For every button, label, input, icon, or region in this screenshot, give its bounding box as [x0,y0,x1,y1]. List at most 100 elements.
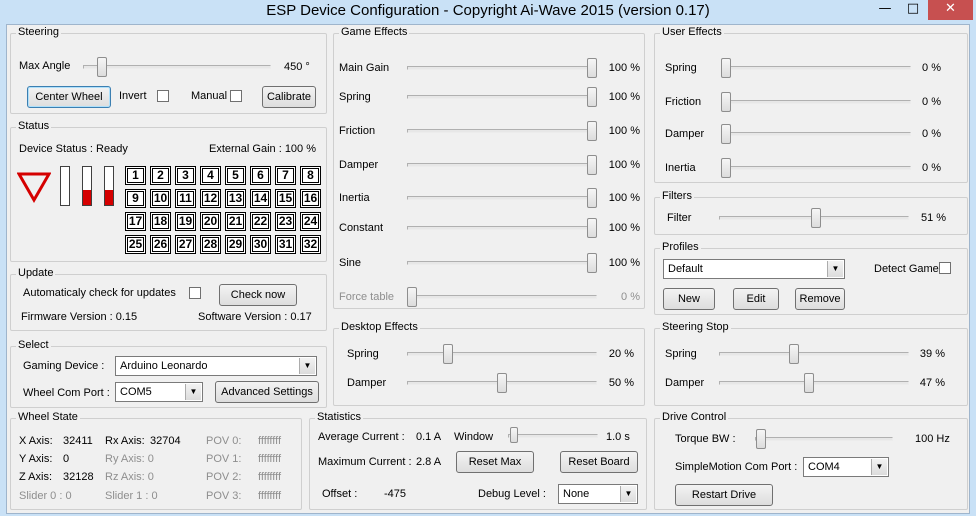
slider-thumb[interactable] [789,344,800,364]
manual-checkbox[interactable] [230,90,242,102]
x-axis-value: 32411 [63,435,93,447]
slider-label: Damper [665,377,705,389]
button-indicator-label: 14 [252,191,269,206]
detect-game-label: Detect Game [874,263,939,275]
button-indicator-label: 24 [302,214,319,229]
com-port-value: COM5 [120,386,152,398]
slider1-readout: Slider 1 : 0 [105,490,158,502]
simplemotion-port-label: SimpleMotion Com Port : [675,461,798,473]
maximum-current-label: Maximum Current : [318,456,412,468]
torque-bw-slider[interactable] [756,429,767,449]
x-axis-label: X Axis: [19,435,53,447]
button-indicator: 17 [125,212,146,231]
status-level-fill [83,189,91,205]
slider-track [719,352,909,356]
max-angle-slider-track [83,65,271,69]
slider-thumb[interactable] [587,58,597,78]
button-indicator-label: 17 [127,214,144,229]
button-indicator: 28 [200,235,221,254]
minimize-button[interactable]: — [872,0,898,20]
slider-value: 100 % [608,222,640,234]
button-indicator: 29 [225,235,246,254]
slider-thumb[interactable] [587,155,597,175]
button-indicator-label: 4 [202,168,219,183]
slider-thumb[interactable] [803,373,814,393]
remove-profile-button[interactable]: Remove [795,288,845,310]
slider-track [407,226,597,230]
button-indicator-label: 5 [227,168,244,183]
button-indicator: 8 [300,166,321,185]
check-now-button[interactable]: Check now [219,284,297,306]
group-title: Wheel State [16,411,80,423]
slider-label: Spring [339,91,371,103]
pov2-label: POV 2: [206,471,242,483]
slider-thumb[interactable] [587,188,597,208]
group-title: Game Effects [339,26,410,38]
button-indicator-label: 19 [177,214,194,229]
button-indicator-label: 18 [152,214,169,229]
z-axis-value: 32128 [63,471,94,483]
torque-bw-slider-track [755,437,893,441]
slider-track [407,66,597,70]
statistics-group: Statistics Average Current : 0.1 A Windo… [309,411,647,510]
profile-value: Default [668,263,703,275]
slider-thumb[interactable] [497,373,507,393]
chevron-down-icon: ▼ [299,358,315,374]
max-angle-slider[interactable] [97,57,108,77]
gaming-device-select[interactable]: Arduino Leonardo ▼ [115,356,317,376]
button-indicator: 19 [175,212,196,231]
debug-level-select[interactable]: None ▼ [558,484,638,504]
center-wheel-button[interactable]: Center Wheel [27,86,111,108]
group-title: Drive Control [660,411,729,423]
slider-thumb[interactable] [587,87,597,107]
close-button[interactable]: ✕ [928,0,973,20]
slider-value: 100 % [608,125,640,137]
slider-thumb[interactable] [721,158,731,178]
button-indicator-label: 11 [177,191,194,206]
slider-label: Spring [347,348,379,360]
maximize-button[interactable]: □ [900,0,926,20]
slider-thumb[interactable] [443,344,453,364]
calibrate-button[interactable]: Calibrate [262,86,316,108]
button-indicator: 21 [225,212,246,231]
pov2-value: ffffffff [258,471,282,483]
slider-value: 100 % [608,62,640,74]
slider-thumb[interactable] [721,58,731,78]
edit-profile-button[interactable]: Edit [733,288,779,310]
pov1-label: POV 1: [206,453,242,465]
firmware-version: Firmware Version : 0.15 [21,311,138,323]
slider-thumb[interactable] [721,124,731,144]
slider-thumb[interactable] [587,253,597,273]
button-indicator: 4 [200,166,221,185]
button-indicator: 9 [125,189,146,208]
steering-stop-group: Steering Stop Spring 39 % Damper 47 % [654,321,968,406]
detect-game-checkbox[interactable] [939,262,951,274]
gaming-device-value: Arduino Leonardo [120,360,208,372]
auto-check-checkbox[interactable] [189,287,201,299]
filter-slider[interactable] [810,208,821,228]
simplemotion-port-select[interactable]: COM4 ▼ [803,457,889,477]
slider-value: 0 % [922,162,941,174]
invert-checkbox[interactable] [157,90,169,102]
button-indicator: 22 [250,212,271,231]
advanced-settings-button[interactable]: Advanced Settings [215,381,319,403]
slider-thumb[interactable] [587,121,597,141]
restart-drive-button[interactable]: Restart Drive [675,484,773,506]
com-port-select[interactable]: COM5 ▼ [115,382,203,402]
slider-label: Damper [339,159,379,171]
slider-thumb[interactable] [587,218,597,238]
button-indicator-label: 25 [127,237,144,252]
window-slider[interactable] [509,427,518,443]
new-profile-button[interactable]: New [663,288,715,310]
slider-track [721,132,911,136]
reset-max-button[interactable]: Reset Max [456,451,534,473]
slider-track [407,352,597,356]
com-port-label: Wheel Com Port : [23,387,110,399]
group-title: Filters [660,190,694,202]
button-indicator-label: 28 [202,237,219,252]
reset-board-button[interactable]: Reset Board [560,451,638,473]
slider-thumb[interactable] [721,92,731,112]
profile-select[interactable]: Default ▼ [663,259,845,279]
slider-track [721,66,911,70]
slider-value: 100 % [608,192,640,204]
